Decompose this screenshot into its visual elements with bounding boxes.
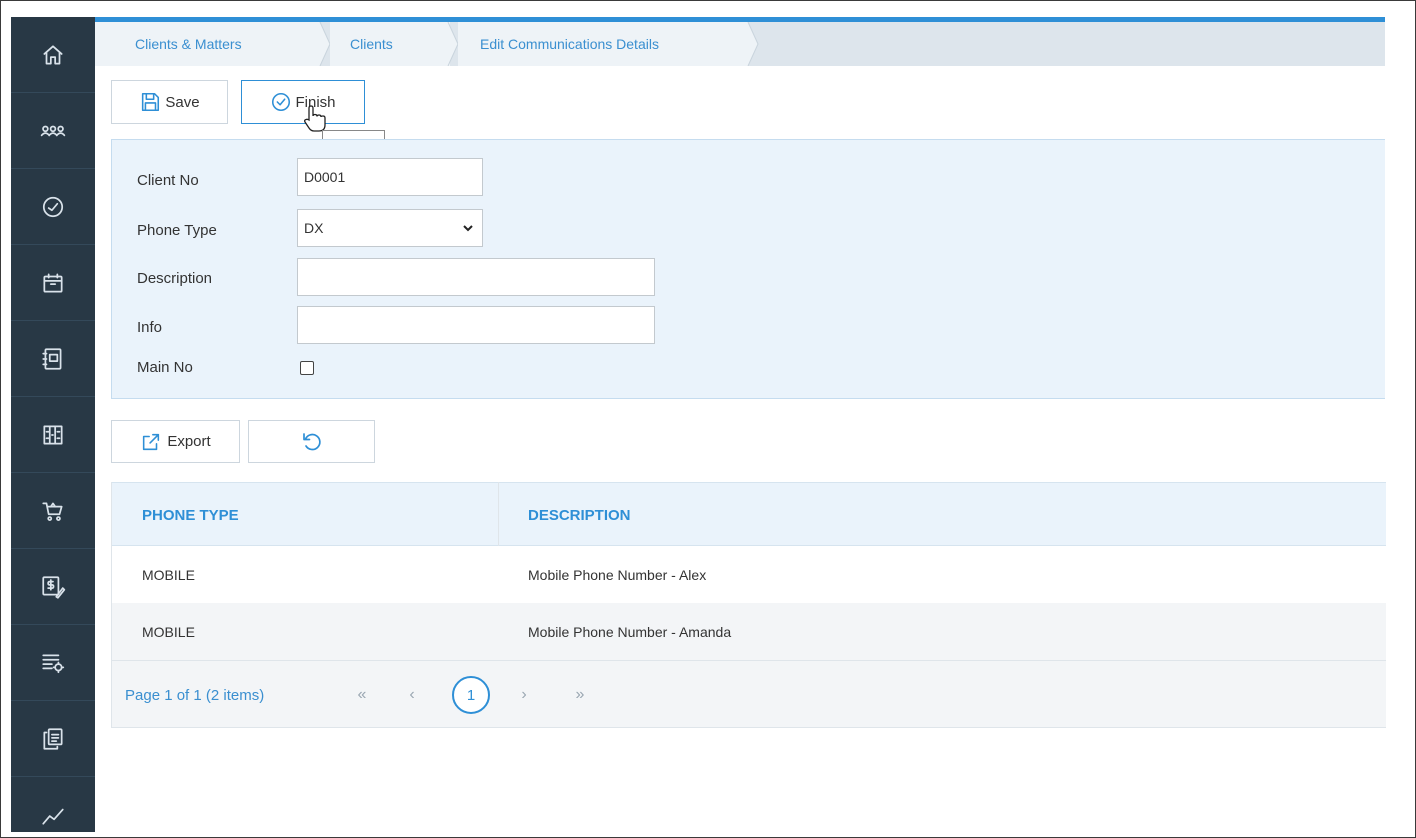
clock-icon [42,196,64,217]
column-header-description[interactable]: DESCRIPTION [528,483,631,547]
breadcrumb-item-clients-matters[interactable]: Clients & Matters [95,22,320,66]
save-button[interactable]: Save [111,80,228,124]
sidebar-item-library[interactable] [11,397,95,473]
sidebar-item-reports[interactable] [11,777,95,838]
chart-icon [42,808,64,825]
description-label: Description [137,270,213,287]
next-page-button[interactable]: › [512,661,536,729]
phone-grid: PHONE TYPE DESCRIPTION MOBILE Mobile Pho… [111,482,1386,728]
breadcrumb-label: Clients [350,36,393,52]
sidebar-item-contacts[interactable] [11,321,95,397]
sidebar-item-purchases[interactable] [11,473,95,549]
people-icon [40,125,66,136]
refresh-button[interactable] [248,420,375,463]
sidebar-item-calendar[interactable] [11,245,95,321]
sidebar-item-people[interactable] [11,93,95,169]
phone-type-select[interactable]: DX [297,209,483,247]
column-header-phone-type[interactable]: PHONE TYPE [142,483,239,547]
shopping-cart-icon [42,502,63,521]
library-icon [43,424,63,445]
cell-phone-type: MOBILE [142,566,195,583]
check-circle-icon [272,92,291,112]
list-settings-icon [42,654,65,673]
chevron-down-icon [463,225,473,232]
sidebar-item-time[interactable] [11,169,95,245]
refresh-icon [302,432,321,450]
phone-type-value: DX [304,220,324,236]
sidebar-item-documents[interactable] [11,701,95,777]
calendar-icon [43,272,63,293]
address-book-icon [42,347,62,370]
last-page-button[interactable]: » [568,661,592,729]
description-field[interactable] [297,258,655,296]
export-icon [143,433,160,450]
sidebar [11,17,95,832]
sidebar-item-billing[interactable] [11,549,95,625]
breadcrumb-item-clients[interactable]: Clients [330,22,450,66]
info-field[interactable] [297,306,655,344]
breadcrumb-label: Clients & Matters [135,36,242,52]
cell-phone-type: MOBILE [142,623,195,640]
info-label: Info [137,319,163,336]
current-page-button[interactable]: 1 [452,676,490,714]
documents-icon [43,727,63,750]
cell-description: Mobile Phone Number - Alex [528,566,707,583]
pager: Page 1 of 1 (2 items) « ‹ 1 › » [112,660,1386,728]
cell-description: Mobile Phone Number - Amanda [528,623,732,640]
table-row[interactable]: MOBILE Mobile Phone Number - Amanda [112,603,1386,660]
breadcrumb-item-edit-communications: Edit Communications Details [458,22,748,66]
table-row[interactable]: MOBILE Mobile Phone Number - Alex [112,546,1386,603]
sidebar-item-settings[interactable] [11,625,95,701]
breadcrumb: Clients & Matters Clients Edit Communica… [95,22,1385,66]
grid-header: PHONE TYPE DESCRIPTION [112,482,1386,546]
client-no-label: Client No [137,172,199,189]
breadcrumb-separator [745,22,765,66]
prev-page-button[interactable]: ‹ [400,661,424,729]
breadcrumb-label: Edit Communications Details [480,36,659,52]
phone-type-label: Phone Type [137,222,217,239]
export-button[interactable]: Export [111,420,240,463]
first-page-button[interactable]: « [350,661,374,729]
sidebar-item-home[interactable] [11,17,95,93]
pager-info: Page 1 of 1 (2 items) [125,686,265,704]
client-no-field[interactable]: D0001 [297,158,483,196]
billing-icon [42,575,66,599]
export-label: Export [167,433,211,450]
save-icon [142,92,160,112]
main-no-label: Main No [137,359,193,376]
main-no-checkbox[interactable] [300,361,314,375]
save-label: Save [165,93,200,111]
home-icon [43,44,63,65]
